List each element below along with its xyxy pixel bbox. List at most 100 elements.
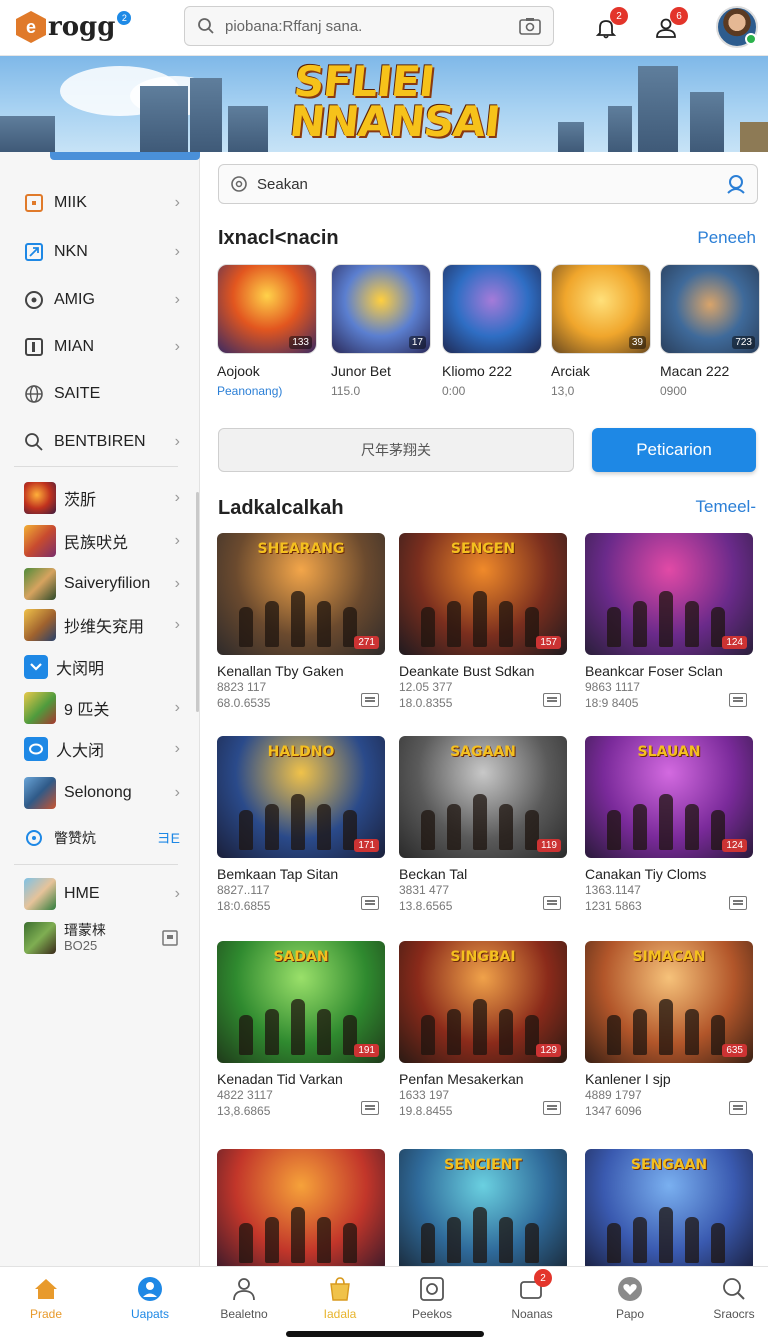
- person-search-icon[interactable]: [725, 173, 747, 195]
- sidebar-game-5[interactable]: 大闵明: [14, 647, 186, 687]
- featured-name[interactable]: Aojook: [217, 363, 260, 379]
- sidebar-game-4[interactable]: 抄维矢兖用 ›: [14, 605, 186, 645]
- nav-label: Sraocrs: [713, 1307, 755, 1321]
- nav-item-bealetno[interactable]: Bealetno: [198, 1275, 290, 1325]
- sidebar-item-1[interactable]: MIIK ›: [14, 183, 186, 223]
- game-card[interactable]: SAGAAN 119 Beckan Tal 3831 477 13.8.6565: [399, 736, 567, 914]
- game-card[interactable]: SIMACAN 635 Kanlener I sjp 4889 1797 1347 60…: [585, 941, 753, 1119]
- save-icon[interactable]: [162, 930, 178, 946]
- game-card-meta: 4889 1797: [585, 1088, 642, 1102]
- game-card-meta-row: 18:0.6855: [217, 896, 385, 914]
- sidebar-game-7[interactable]: 人大闭 ›: [14, 729, 186, 769]
- sidebar-game-8[interactable]: Selonong ›: [14, 773, 186, 813]
- details-icon[interactable]: [361, 693, 379, 707]
- game-card-meta: 18:9 8405: [585, 696, 639, 710]
- sidebar-game-2[interactable]: 民族吠兑 ›: [14, 521, 186, 561]
- featured-tile-4[interactable]: 39: [551, 264, 651, 354]
- game-card[interactable]: [217, 1149, 385, 1271]
- game-card-logo: SADAN: [273, 949, 329, 965]
- character-silhouette: [317, 804, 331, 850]
- sidebar-game-1[interactable]: 茨肵 ›: [14, 478, 186, 518]
- nav-item-uapats[interactable]: Uapats: [104, 1275, 196, 1325]
- game-card[interactable]: SADAN 191 Kenadan Tid Varkan 4822 3117 13,8.…: [217, 941, 385, 1119]
- top-search-field[interactable]: piobana:Rffanj sana.: [184, 6, 554, 46]
- main-search-field[interactable]: Seakan: [218, 164, 758, 204]
- secondary-button[interactable]: 尺年茅翔关: [218, 428, 574, 472]
- game-card[interactable]: SHEARANG 271 Kenallan Tby Gaken 8823 117 68.…: [217, 533, 385, 711]
- game-card[interactable]: SENCIENT: [399, 1149, 567, 1271]
- featured-tile-2[interactable]: 17: [331, 264, 431, 354]
- sidebar-bottom-item-2[interactable]: 瑨蒙梾 BO25: [14, 918, 186, 958]
- game-card-count: 191: [354, 1044, 379, 1057]
- sidebar-bottom-item-1[interactable]: HME ›: [14, 874, 186, 914]
- app-logo[interactable]: e rogg 2: [16, 8, 132, 46]
- details-icon[interactable]: [361, 896, 379, 910]
- featured-name[interactable]: Macan 222: [660, 363, 729, 379]
- game-card-title: Kenallan Tby Gaken: [217, 663, 344, 679]
- details-icon[interactable]: [729, 896, 747, 910]
- sidebar-section-action[interactable]: ヨE: [157, 828, 180, 848]
- featured-name[interactable]: Arciak: [551, 363, 590, 379]
- sidebar: MIIK › NKN › AMIG › MIAN › SAITE BENTBIR…: [0, 152, 200, 1266]
- game-card[interactable]: 124 Beankcar Foser Sclan 9863 1117 18:9 840…: [585, 533, 753, 711]
- details-icon[interactable]: [729, 693, 747, 707]
- nav-item-noanas[interactable]: 2 Noanas: [486, 1269, 578, 1325]
- nav-item-peekos[interactable]: Peekos: [386, 1275, 478, 1325]
- game-card-meta-row: 18.0.8355: [399, 693, 567, 711]
- sidebar-item-2[interactable]: NKN ›: [14, 232, 186, 272]
- character-silhouette: [633, 804, 647, 850]
- primary-button[interactable]: Peticarion: [592, 428, 756, 472]
- user-avatar[interactable]: [716, 6, 758, 48]
- featured-tile-1[interactable]: 133: [217, 264, 317, 354]
- section-link-featured[interactable]: Peneeh: [697, 228, 756, 248]
- nav-item-papo[interactable]: Papo: [584, 1275, 676, 1325]
- game-card[interactable]: HALDNO 171 Bemkaan Tap Sitan 8827..117 18:0.…: [217, 736, 385, 914]
- sidebar-item-3[interactable]: AMIG ›: [14, 280, 186, 320]
- game-card-count: 119: [537, 839, 561, 852]
- featured-tile-3[interactable]: [442, 264, 542, 354]
- hero-banner[interactable]: SFLIEI NNANSAI: [0, 56, 768, 152]
- nav-label: Iadala: [323, 1307, 357, 1321]
- notification-badge: 2: [610, 7, 628, 25]
- character-silhouette: [343, 1223, 357, 1263]
- square-icon: [22, 191, 46, 215]
- nav-item-iadala[interactable]: Iadala: [294, 1275, 386, 1325]
- details-icon[interactable]: [543, 1101, 561, 1115]
- sidebar-item-6[interactable]: BENTBIREN ›: [14, 422, 186, 462]
- details-icon[interactable]: [361, 1101, 379, 1115]
- game-card-meta-row: 1347 6096: [585, 1101, 753, 1119]
- sidebar-item-label: AMIG: [54, 291, 95, 308]
- building-shape: [608, 106, 632, 152]
- sidebar-item-5[interactable]: SAITE: [14, 374, 186, 414]
- notification-button[interactable]: 2: [586, 7, 628, 48]
- game-thumbnail: [24, 482, 56, 514]
- home-indicator[interactable]: [286, 1331, 484, 1337]
- details-icon[interactable]: [543, 896, 561, 910]
- game-card-image: SENCIENT: [399, 1149, 567, 1271]
- sidebar-item-4[interactable]: MIAN ›: [14, 327, 186, 367]
- game-card-image: SIMACAN 635: [585, 941, 753, 1063]
- section-link-list[interactable]: Temeel-: [696, 497, 756, 517]
- sidebar-game-3[interactable]: Saiveryfilion ›: [14, 564, 186, 604]
- profile-button[interactable]: 6: [646, 7, 688, 48]
- featured-tile-5[interactable]: 723: [660, 264, 760, 354]
- character-silhouette: [265, 1217, 279, 1263]
- featured-name[interactable]: Kliomo 222: [442, 363, 512, 379]
- nav-item-sraocrs[interactable]: Sraocrs: [688, 1275, 768, 1325]
- game-card-meta: 13.8.6565: [399, 899, 453, 913]
- sidebar-scrollbar[interactable]: [196, 492, 199, 712]
- sidebar-game-label: 抄维矢兖用: [64, 619, 145, 636]
- featured-name[interactable]: Junor Bet: [331, 363, 391, 379]
- game-card[interactable]: SLAUAN 124 Canakan Tiy Cloms 1363.1147 1231 …: [585, 736, 753, 914]
- nav-item-prade[interactable]: Prade: [0, 1275, 92, 1325]
- sidebar-game-6[interactable]: 9 匹关 ›: [14, 688, 186, 728]
- details-icon[interactable]: [729, 1101, 747, 1115]
- game-card[interactable]: SENGAAN: [585, 1149, 753, 1271]
- game-card-logo: SLAUAN: [637, 744, 701, 760]
- details-icon[interactable]: [543, 693, 561, 707]
- character-silhouette: [473, 591, 487, 647]
- game-card[interactable]: SINGBAI 129 Penfan Mesakerkan 1633 197 19.8.…: [399, 941, 567, 1119]
- camera-icon[interactable]: [519, 17, 541, 35]
- game-card[interactable]: SENGEN 157 Deankate Bust Sdkan 12.05 377 18.…: [399, 533, 567, 711]
- sidebar-section-row[interactable]: 瞥赞炕 ヨE: [14, 818, 186, 858]
